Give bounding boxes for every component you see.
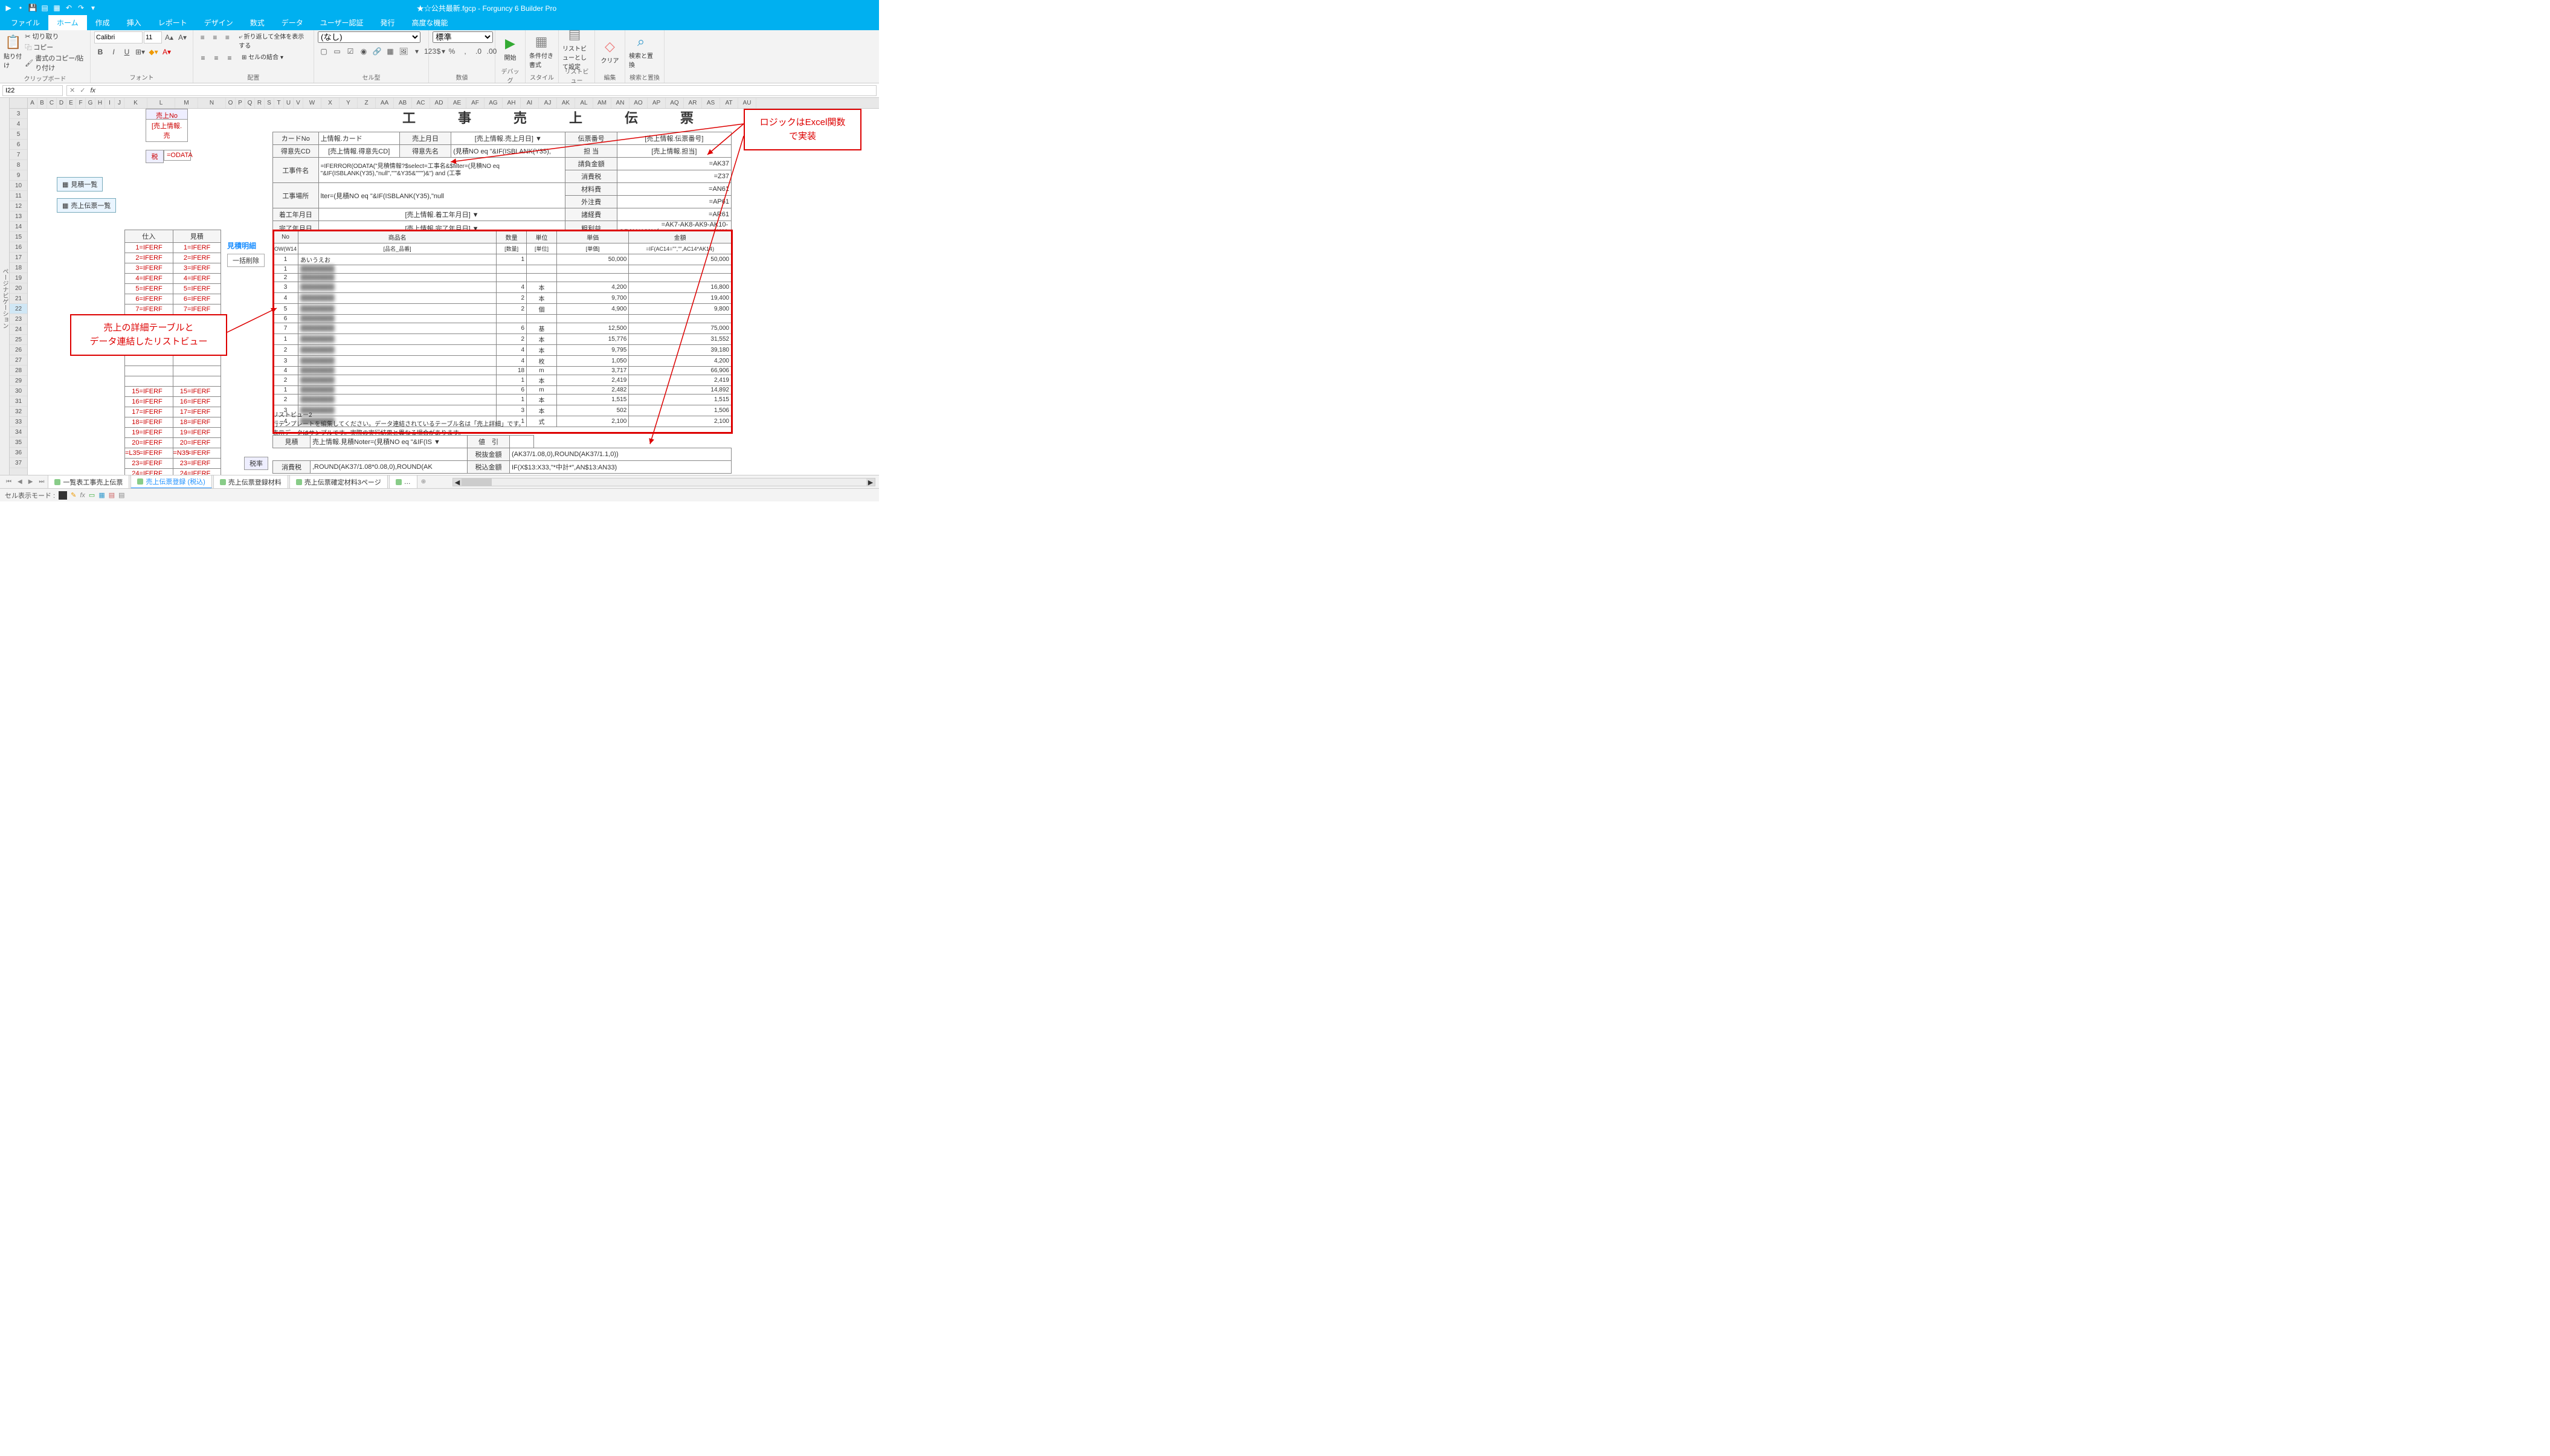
border-button[interactable]: ⊞▾: [134, 46, 146, 58]
undo-icon[interactable]: ↶: [64, 4, 74, 12]
find-button[interactable]: ⌕検索と置換: [629, 34, 653, 68]
play-icon[interactable]: ▶: [4, 4, 13, 12]
formula-bar: ✕ ✓ fx: [0, 83, 879, 98]
tab-insert[interactable]: 挿入: [118, 15, 150, 30]
quick-access[interactable]: ▶• 💾 ▤ ▦ ↶ ↷ ▾: [4, 4, 98, 12]
bold-button[interactable]: B: [94, 46, 106, 58]
fill-color-button[interactable]: ◆▾: [147, 46, 159, 58]
underline-button[interactable]: U: [121, 46, 133, 58]
tab-create[interactable]: 作成: [87, 15, 118, 30]
horizontal-scrollbar[interactable]: ◀ ▶: [452, 478, 875, 486]
align-top-icon[interactable]: ≡: [197, 31, 208, 43]
tab-nav-prev[interactable]: ◀: [15, 478, 25, 485]
tab-design[interactable]: デザイン: [196, 15, 242, 30]
sheet-tabs: ⏮ ◀ ▶ ⏭ 一覧表工事売上伝票売上伝票登録 (税込)売上伝票登録材料売上伝票…: [0, 475, 879, 488]
uriage-info-cell[interactable]: [売上情報.売: [146, 119, 188, 142]
tab-nav-last[interactable]: ⏭: [36, 478, 47, 485]
cell-reference-input[interactable]: [2, 85, 63, 96]
font-color-button[interactable]: A▾: [161, 46, 173, 58]
clear-button[interactable]: ◇クリア: [599, 34, 621, 68]
font-size-input[interactable]: [144, 31, 162, 43]
redo-icon[interactable]: ↷: [76, 4, 86, 12]
italic-button[interactable]: I: [108, 46, 120, 58]
tax-label: 税: [146, 150, 164, 163]
font-grow-icon[interactable]: A▴: [163, 31, 175, 43]
font-shrink-icon[interactable]: A▾: [176, 31, 188, 43]
cond-format-button[interactable]: ▦条件付き書式: [529, 34, 553, 68]
detail-title: 見積明細: [227, 240, 256, 251]
merge-button[interactable]: ⊞ セルの結合 ▾: [242, 52, 283, 64]
ribbon: 📋貼り付け ✂ 切り取り ⿻ コピー 🖌 書式のコピー/貼り付け クリップボード…: [0, 30, 879, 83]
formula-input[interactable]: ✕ ✓ fx: [66, 85, 877, 96]
grid-icon: ▦: [62, 202, 68, 210]
sheet-tab[interactable]: …: [389, 475, 417, 489]
tab-nav-first[interactable]: ⏮: [4, 478, 14, 485]
status-bar: セル表示モード : ✎ fx ▭ ▦ ▤ ▤: [0, 488, 879, 501]
align-left-icon[interactable]: ≡: [197, 52, 209, 64]
confirm-icon[interactable]: ✓: [80, 86, 85, 94]
tab-data[interactable]: データ: [273, 15, 312, 30]
copy-button[interactable]: ⿻ コピー: [25, 42, 86, 52]
sheet-tab[interactable]: 売上伝票登録材料: [213, 475, 288, 489]
listview-footer: リストビュー2 行テンプレートを編集してください。データ連結されているテーブル名…: [272, 410, 524, 437]
book-icon[interactable]: ▦: [52, 4, 62, 12]
tab-publish[interactable]: 発行: [372, 15, 404, 30]
form-title: 工 事 売 上 伝 票: [402, 108, 708, 127]
sheet-tab[interactable]: 売上伝票確定材料3ページ: [289, 475, 388, 489]
status-icon[interactable]: fx: [80, 492, 85, 499]
status-icon[interactable]: [59, 491, 67, 500]
tab-home[interactable]: ホーム: [48, 15, 87, 30]
paste-button[interactable]: 📋貼り付け: [4, 35, 22, 69]
detail-listview[interactable]: No商品名数量単位単価金額OW(W14[品名_品番][数量][単位][単価]=I…: [272, 231, 732, 427]
window-title: ★☆公共最新.fgcp - Forguncy 6 Builder Pro: [98, 3, 875, 13]
tax-rate-label: 税率: [244, 457, 268, 470]
save-icon[interactable]: 💾: [28, 4, 37, 12]
tab-advanced[interactable]: 高度な機能: [404, 15, 457, 30]
font-name-input[interactable]: [94, 31, 143, 43]
tab-formula[interactable]: 数式: [242, 15, 273, 30]
listview-button[interactable]: ▤リストビューとして設定: [562, 31, 587, 65]
tab-nav-next[interactable]: ▶: [26, 478, 36, 485]
callout-left: 売上の詳細テーブルと データ連結したリストビュー: [70, 314, 227, 356]
header-form: カードNo上情報.カード 売上月日[売上情報.売上月日] ▼ 伝票番号[売上情報…: [272, 132, 732, 236]
status-icon[interactable]: ✎: [71, 491, 76, 499]
status-icon[interactable]: ▤: [118, 491, 124, 499]
tab-auth[interactable]: ユーザー認証: [312, 15, 372, 30]
cancel-icon[interactable]: ✕: [69, 86, 75, 94]
callout-right: ロジックはExcel関数 で実装: [744, 109, 861, 150]
titlebar: ▶• 💾 ▤ ▦ ↶ ↷ ▾ ★☆公共最新.fgcp - Forguncy 6 …: [0, 0, 879, 16]
sheet-tab[interactable]: 一覧表工事売上伝票: [48, 475, 129, 489]
tab-add[interactable]: ⊕: [419, 478, 428, 485]
estimate-list-button[interactable]: ▦見積一覧: [57, 177, 103, 192]
sheet-tab[interactable]: 売上伝票登録 (税込): [130, 475, 211, 489]
status-icon[interactable]: ▤: [109, 491, 115, 499]
cut-button[interactable]: ✂ 切り取り: [25, 31, 86, 41]
tax-value[interactable]: =ODATA: [164, 150, 191, 161]
ribbon-tabs: ファイル ホーム 作成 挿入 レポート デザイン 数式 データ ユーザー認証 発…: [0, 16, 879, 30]
spreadsheet-area[interactable]: ABCDEFGHIJKLMNOPQRSTUVWXYZAAABACADAEAFAG…: [10, 98, 879, 475]
fx-icon[interactable]: fx: [90, 87, 95, 94]
status-icon[interactable]: ▦: [98, 491, 105, 499]
bottom-form: 見積売上情報.見積Noter=(見積NO eq "&IF(IS ▼ 値 引 税抜…: [272, 435, 732, 474]
wrap-text-button[interactable]: ⤶ 折り返して全体を表示する: [239, 31, 310, 50]
page-navigation-sidebar[interactable]: ページナビゲーション: [0, 98, 10, 475]
celltype-select[interactable]: (なし): [318, 31, 420, 43]
format-painter-button[interactable]: 🖌 書式のコピー/貼り付け: [25, 53, 86, 72]
sales-slip-list-button[interactable]: ▦売上伝票一覧: [57, 198, 116, 213]
bulk-delete-button[interactable]: 一括削除: [227, 254, 265, 267]
start-button[interactable]: ▶開始: [499, 31, 521, 65]
grid-icon: ▦: [62, 181, 68, 188]
status-icon[interactable]: ▭: [89, 491, 95, 499]
tab-report[interactable]: レポート: [150, 15, 196, 30]
number-format-select[interactable]: 標準: [433, 31, 493, 43]
doc-icon[interactable]: ▤: [40, 4, 50, 12]
tab-file[interactable]: ファイル: [2, 15, 48, 30]
